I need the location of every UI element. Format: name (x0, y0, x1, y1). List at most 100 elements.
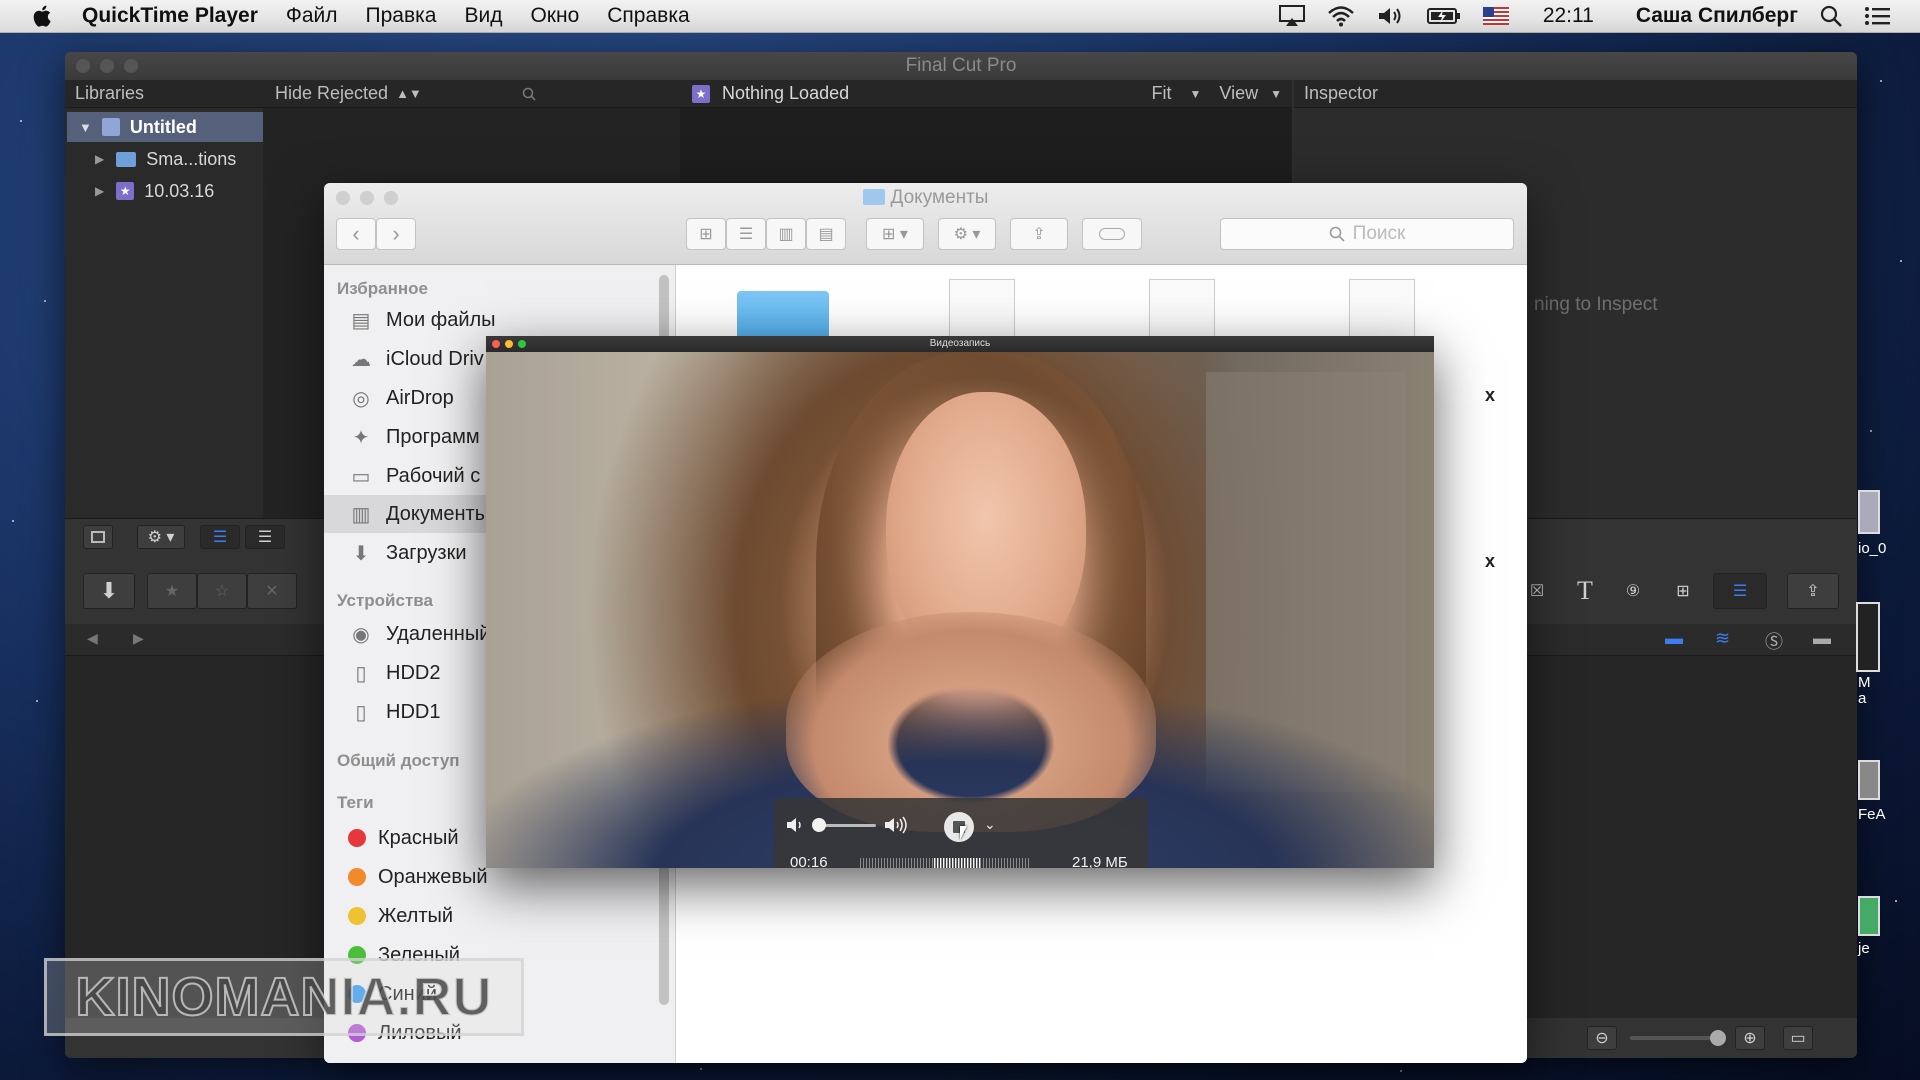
titles-button[interactable]: T (1565, 573, 1605, 609)
tags-button[interactable] (1082, 218, 1142, 250)
back-arrow-icon[interactable]: ◀ (87, 630, 98, 647)
app-menu-name[interactable]: QuickTime Player (82, 4, 258, 28)
unrate-button[interactable]: ☆ (197, 573, 247, 609)
notification-center-icon[interactable] (1864, 6, 1890, 26)
mouse-cursor-icon (960, 826, 967, 840)
menu-window[interactable]: Окно (530, 4, 579, 28)
chevron-right-icon: › (392, 221, 400, 246)
snapping-icon[interactable]: ▬ (1813, 628, 1831, 649)
fit-dropdown[interactable]: Fit (1152, 83, 1172, 104)
clock[interactable]: 22:11 (1543, 4, 1594, 28)
disclosure-right-icon[interactable]: ▶ (95, 152, 104, 166)
qt-minimize-button[interactable] (505, 340, 513, 348)
options-chevron-down-icon[interactable]: ⌄ (984, 816, 996, 833)
fcp-close-button[interactable] (76, 59, 90, 73)
share-button[interactable]: ⇪ (1010, 218, 1068, 250)
share-button[interactable]: ⇪ (1787, 573, 1839, 609)
favorite-button[interactable]: ★ (147, 573, 197, 609)
back-button[interactable]: ‹ (336, 218, 376, 250)
cover-flow-button[interactable]: ▤ (806, 218, 846, 250)
volume-slider[interactable] (818, 824, 876, 827)
menu-file[interactable]: Файл (286, 4, 338, 28)
list-view-button[interactable]: ☰ (245, 525, 285, 549)
desktop-file-label-3: a (1858, 690, 1867, 707)
fcp-minimize-button[interactable] (100, 59, 114, 73)
generators-button[interactable]: ⑨ (1613, 573, 1653, 609)
qt-close-button[interactable] (492, 340, 500, 348)
zoom-slider-knob[interactable] (1710, 1030, 1726, 1046)
airplay-icon[interactable] (1278, 5, 1305, 27)
volume-slider-knob[interactable] (812, 818, 826, 832)
desktop-file-partial-2[interactable] (1856, 602, 1880, 672)
audio-waveform-icon[interactable]: ≋ (1715, 628, 1730, 649)
sidebar-item-hdd2[interactable]: ▯ HDD2 (348, 654, 440, 692)
inspector-toggle-button[interactable]: ☰ (1713, 573, 1767, 609)
sidebar-item-applications[interactable]: ✦ Программ (348, 418, 480, 456)
clip-appearance-icon[interactable]: ▬ (1665, 628, 1683, 649)
stop-recording-button[interactable] (944, 812, 974, 842)
sidebar-item-remote-disc[interactable]: ◉ Удаленный (348, 615, 490, 653)
wifi-icon[interactable] (1327, 5, 1355, 27)
qt-zoom-button[interactable] (518, 340, 526, 348)
battery-icon[interactable] (1426, 6, 1461, 26)
view-dropdown-arrow-icon[interactable]: ▼ (1270, 87, 1282, 101)
hide-rejected-dropdown[interactable]: Hide Rejected (275, 83, 388, 104)
fcp-zoom-button[interactable] (124, 59, 138, 73)
timeline-settings-button[interactable]: ▭ (1783, 1026, 1813, 1050)
column-view-button[interactable]: ▥ (766, 218, 806, 250)
inspector-header: Inspector (1294, 80, 1857, 108)
list-view-button[interactable]: ☰ (726, 218, 766, 250)
fit-dropdown-arrow-icon[interactable]: ▼ (1190, 87, 1202, 101)
desktop-file-partial-1[interactable] (1858, 490, 1880, 534)
filmstrip-view-button[interactable]: ☰ (200, 525, 240, 549)
sidebar-item-downloads[interactable]: ⬇ Загрузки (348, 534, 467, 572)
flag-us-icon[interactable] (1482, 7, 1509, 25)
reject-button[interactable]: ✕ (247, 573, 297, 609)
list-icon: ☰ (738, 226, 754, 243)
forward-arrow-icon[interactable]: ▶ (133, 630, 144, 647)
sidebar-tag-orange[interactable]: Оранжевый (348, 858, 488, 896)
user-name[interactable]: Саша Спилберг (1636, 4, 1798, 28)
menu-edit[interactable]: Правка (366, 4, 437, 28)
browser-search-icon[interactable] (522, 87, 536, 101)
library-row-smart-collections[interactable]: ▶ Sma...tions (67, 144, 236, 174)
forward-button[interactable]: › (376, 218, 416, 250)
volume-icon[interactable] (1377, 5, 1405, 27)
desktop-file-partial-3[interactable] (1858, 760, 1880, 800)
desktop-file-partial-4[interactable] (1858, 896, 1880, 936)
sidebar-toggle-button[interactable] (83, 525, 113, 549)
library-row-untitled[interactable]: ▼ Untitled (67, 112, 263, 142)
volume-high-icon[interactable] (884, 816, 910, 834)
view-dropdown[interactable]: View (1219, 83, 1258, 104)
solo-icon[interactable]: Ⓢ (1765, 628, 1783, 654)
spotlight-search-icon[interactable] (1820, 5, 1842, 27)
search-field[interactable]: Поиск (1220, 218, 1514, 250)
sidebar-item-icloud[interactable]: ☁ iCloud Driv (348, 340, 484, 378)
action-button[interactable]: ⚙ ▾ (938, 218, 996, 250)
sort-arrows-icon[interactable]: ▲▼ (396, 86, 422, 101)
zoom-slider[interactable] (1630, 1030, 1726, 1046)
sidebar-tag-red[interactable]: Красный (348, 819, 459, 857)
tag-dot-icon (348, 868, 366, 886)
zoom-in-button[interactable]: ⊕ (1735, 1026, 1765, 1050)
apple-icon[interactable] (30, 3, 56, 29)
menu-view[interactable]: Вид (464, 4, 502, 28)
disclosure-right-icon[interactable]: ▶ (95, 184, 104, 198)
library-row-event[interactable]: ▶ ★ 10.03.16 (67, 176, 214, 206)
sidebar-item-airdrop[interactable]: ◎ AirDrop (348, 379, 454, 417)
menu-help[interactable]: Справка (607, 4, 689, 28)
volume-low-icon[interactable] (786, 816, 806, 834)
arrange-button[interactable]: ⊞ ▾ (866, 218, 924, 250)
sidebar-item-my-files[interactable]: ▤ Мои файлы (348, 301, 496, 339)
sidebar-tag-yellow[interactable]: Желтый (348, 897, 453, 935)
themes-button[interactable]: ⊞ (1663, 573, 1703, 609)
sidebar-item-hdd1[interactable]: ▯ HDD1 (348, 693, 440, 731)
disclosure-down-icon[interactable]: ▼ (79, 120, 92, 135)
zoom-out-button[interactable]: ⊖ (1587, 1026, 1617, 1050)
shared-header: Общий доступ (337, 751, 460, 770)
sidebar-item-desktop[interactable]: ▭ Рабочий с (348, 457, 481, 495)
import-button[interactable]: ⬇ (83, 573, 135, 609)
action-gear-button[interactable]: ⚙ ▾ (137, 525, 185, 549)
chevron-left-icon: ‹ (352, 221, 360, 246)
icon-view-button[interactable]: ⊞ (686, 218, 726, 250)
